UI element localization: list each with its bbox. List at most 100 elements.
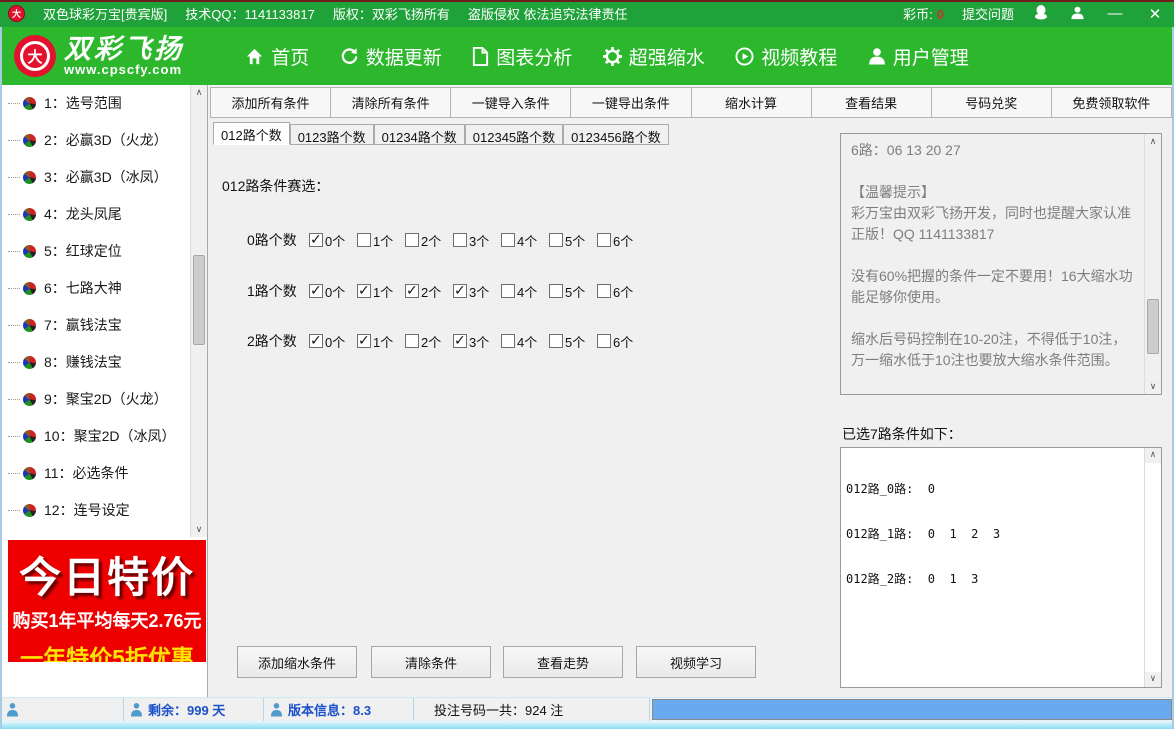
sidebar-item-5[interactable]: 5：红球定位	[8, 237, 190, 265]
checkbox-2road-0[interactable]: 0个	[309, 332, 357, 351]
nav-item-chart-analysis[interactable]: 图表分析	[472, 43, 572, 70]
scroll-up-icon[interactable]: ∧	[1145, 448, 1161, 463]
checkbox-2road-2[interactable]: 2个	[405, 332, 453, 351]
add-all-conditions-button[interactable]: 添加所有条件	[211, 88, 332, 117]
close-button[interactable]: ✕	[1144, 5, 1166, 23]
checkbox-0road-1[interactable]: 1个	[357, 231, 405, 250]
checkbox-box[interactable]	[597, 334, 611, 348]
checkbox-0road-3[interactable]: 3个	[453, 231, 501, 250]
checkbox-0road-6[interactable]: 6个	[597, 231, 645, 250]
checkbox-0road-4[interactable]: 4个	[501, 231, 549, 250]
nav-item-video-tutorial[interactable]: 视频教程	[735, 43, 837, 70]
sidebar-item-9[interactable]: 9：聚宝2D（火龙）	[8, 385, 190, 413]
minimize-button[interactable]: —	[1104, 5, 1126, 22]
checkbox-box[interactable]	[549, 334, 563, 348]
checkbox-box[interactable]	[549, 284, 563, 298]
submit-issue-link[interactable]: 提交问题	[962, 4, 1014, 23]
checkbox-0road-0[interactable]: 0个	[309, 231, 357, 250]
tab-01234[interactable]: 01234路个数	[373, 124, 465, 145]
checkbox-box[interactable]	[309, 282, 323, 299]
checkbox-box[interactable]	[453, 233, 467, 247]
checkbox-box[interactable]	[309, 231, 323, 248]
export-conditions-button[interactable]: 一键导出条件	[571, 88, 692, 117]
checkbox-label: 4个	[517, 334, 538, 350]
checkbox-box[interactable]	[357, 332, 371, 349]
checkbox-2road-3[interactable]: 3个	[453, 332, 501, 351]
checkbox-1road-2[interactable]: 2个	[405, 282, 453, 301]
checkbox-1road-0[interactable]: 0个	[309, 282, 357, 301]
clear-condition-button[interactable]: 清除条件	[371, 646, 491, 678]
sidebar-item-1[interactable]: 1：选号范围	[8, 89, 190, 117]
checkbox-box[interactable]	[597, 233, 611, 247]
checkbox-box[interactable]	[501, 233, 515, 247]
sidebar-item-8[interactable]: 8：赚钱法宝	[8, 348, 190, 376]
tab-0123456[interactable]: 0123456路个数	[563, 124, 669, 145]
checkbox-box[interactable]	[405, 233, 419, 247]
checkbox-box[interactable]	[405, 334, 419, 348]
nav-item-home[interactable]: 首页	[245, 43, 309, 70]
nav-item-user-management[interactable]: 用户管理	[868, 43, 969, 70]
checkbox-2road-6[interactable]: 6个	[597, 332, 645, 351]
checkbox-1road-1[interactable]: 1个	[357, 282, 405, 301]
scroll-down-icon[interactable]: ∨	[1145, 672, 1161, 687]
status-version-cell: 版本信息：8.3	[264, 698, 414, 721]
checkbox-box[interactable]	[357, 282, 371, 299]
scroll-up-icon[interactable]: ∧	[191, 85, 207, 100]
view-trend-button[interactable]: 查看走势	[503, 646, 623, 678]
checkbox-box[interactable]	[501, 284, 515, 298]
checkbox-2road-5[interactable]: 5个	[549, 332, 597, 351]
check-prize-button[interactable]: 号码兑奖	[931, 88, 1052, 117]
brand-logo[interactable]: 大 双彩飞扬 www.cpscfy.com	[0, 35, 230, 77]
checkbox-box[interactable]	[453, 332, 467, 349]
tab-012345[interactable]: 012345路个数	[464, 124, 564, 145]
shrink-calculate-button[interactable]: 缩水计算	[691, 88, 812, 117]
scroll-down-icon[interactable]: ∨	[1145, 379, 1161, 394]
scroll-up-icon[interactable]: ∧	[1145, 134, 1161, 149]
nav-item-data-update[interactable]: 数据更新	[340, 43, 442, 70]
scrollbar-thumb[interactable]	[1147, 299, 1159, 354]
tab-012[interactable]: 012路个数	[213, 122, 290, 145]
checkbox-2road-1[interactable]: 1个	[357, 332, 405, 351]
checkbox-box[interactable]	[597, 284, 611, 298]
sidebar-item-3[interactable]: 3：必赢3D（冰凤）	[8, 163, 190, 191]
sidebar-item-7[interactable]: 7：赢钱法宝	[8, 311, 190, 339]
scroll-down-icon[interactable]: ∨	[191, 522, 207, 537]
view-result-button[interactable]: 查看结果	[811, 88, 932, 117]
sidebar-item-12[interactable]: 12：连号设定	[8, 496, 190, 524]
clear-all-conditions-button[interactable]: 清除所有条件	[331, 88, 452, 117]
user-account-icon[interactable]	[1068, 5, 1086, 23]
hint-line: 缩水过程中切记！！！	[851, 392, 1137, 394]
tab-0123[interactable]: 0123路个数	[289, 124, 374, 145]
sidebar-item-6[interactable]: 6：七路大神	[8, 274, 190, 302]
checkbox-box[interactable]	[453, 282, 467, 299]
checkbox-1road-6[interactable]: 6个	[597, 282, 645, 301]
sidebar-item-2[interactable]: 2：必赢3D（火龙）	[8, 126, 190, 154]
nav-item-shrink[interactable]: 超强缩水	[602, 43, 705, 70]
checkbox-box[interactable]	[501, 334, 515, 348]
window-bottom-border	[0, 721, 1174, 729]
scrollbar-thumb[interactable]	[193, 255, 205, 345]
sidebar-item-11[interactable]: 11：必选条件	[8, 459, 190, 487]
checkbox-2road-4[interactable]: 4个	[501, 332, 549, 351]
add-shrink-condition-button[interactable]: 添加缩水条件	[237, 646, 357, 678]
checkbox-box[interactable]	[357, 233, 371, 247]
sidebar-scrollbar[interactable]: ∧ ∨	[190, 85, 207, 537]
free-software-button[interactable]: 免费领取软件	[1051, 88, 1171, 117]
checkbox-box[interactable]	[309, 332, 323, 349]
import-conditions-button[interactable]: 一键导入条件	[451, 88, 572, 117]
checkbox-0road-2[interactable]: 2个	[405, 231, 453, 250]
selected-conditions-box[interactable]: 012路_0路: 0 012路_1路: 0 1 2 3 012路_2路: 0 1…	[840, 447, 1162, 688]
checkbox-1road-5[interactable]: 5个	[549, 282, 597, 301]
checkbox-1road-3[interactable]: 3个	[453, 282, 501, 301]
sidebar-item-4[interactable]: 4：龙头凤尾	[8, 200, 190, 228]
qq-contact-icon[interactable]	[1032, 4, 1050, 23]
sidebar-item-10[interactable]: 10：聚宝2D（冰凤）	[8, 422, 190, 450]
checkbox-box[interactable]	[549, 233, 563, 247]
promo-banner[interactable]: 今日特价 购买1年平均每天2.76元 一年特价5折优惠	[8, 540, 206, 662]
checkbox-box[interactable]	[405, 282, 419, 299]
selected-scrollbar[interactable]: ∧ ∨	[1144, 448, 1161, 687]
hint-scrollbar[interactable]: ∧ ∨	[1144, 134, 1161, 394]
checkbox-1road-4[interactable]: 4个	[501, 282, 549, 301]
video-learning-button[interactable]: 视频学习	[636, 646, 756, 678]
checkbox-0road-5[interactable]: 5个	[549, 231, 597, 250]
